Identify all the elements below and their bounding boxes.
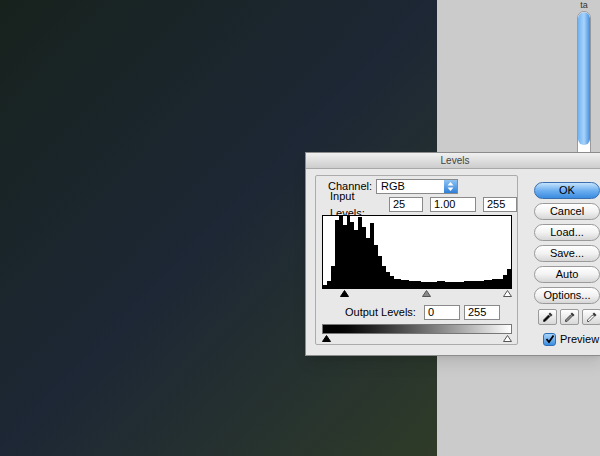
output-slider-track[interactable] — [322, 334, 512, 343]
dialog-button[interactable]: Options... — [534, 287, 600, 304]
slider-handle[interactable] — [503, 335, 512, 342]
output-levels-row: Output Levels: 0 255 — [322, 305, 517, 320]
levels-group: Channel: RGB Input Levels: 251.00255 Out… — [315, 175, 518, 345]
preview-label: Preview — [560, 331, 599, 348]
dialog-button[interactable]: Load... — [534, 224, 600, 241]
dialog-button[interactable]: Auto — [534, 266, 600, 283]
slider-handle[interactable] — [503, 290, 512, 297]
dialog-button[interactable]: Cancel — [534, 203, 600, 220]
slider-handle[interactable] — [422, 290, 431, 297]
channel-value: RGB — [377, 180, 405, 193]
slider-handle[interactable] — [340, 290, 349, 297]
buttons: OK Cancel Load... Save... Auto Options... — [534, 182, 600, 304]
input-level-field[interactable]: 255 — [483, 197, 517, 212]
channel-select[interactable]: RGB — [376, 179, 458, 194]
output-level-field[interactable]: 0 — [424, 305, 460, 320]
output-fields: 0 255 — [424, 305, 500, 320]
histogram-bar — [507, 269, 511, 288]
eyedropper-icon[interactable] — [538, 309, 557, 325]
output-levels-label: Output Levels: — [345, 304, 416, 321]
input-levels-row: Input Levels: 251.00255 — [322, 197, 517, 212]
dialog-title[interactable]: Levels — [306, 153, 600, 169]
input-level-field[interactable]: 1.00 — [430, 197, 476, 212]
input-slider-track[interactable] — [322, 289, 512, 298]
histogram — [322, 215, 512, 289]
output-level-field[interactable]: 255 — [464, 305, 500, 320]
screen: ta Levels Channel: RGB Input Levels: — [0, 0, 600, 456]
input-level-field[interactable]: 25 — [389, 197, 423, 212]
levels-dialog: Levels Channel: RGB Input Levels: 251.00… — [305, 152, 600, 356]
scrollbar-track[interactable] — [577, 11, 591, 161]
scrollbar-thumb[interactable] — [578, 12, 590, 145]
eyedropper-icon[interactable] — [560, 309, 579, 325]
input-fields: 25 1.00 255 — [389, 197, 517, 212]
stepper-icon[interactable] — [444, 180, 457, 193]
eyedroppers — [538, 309, 600, 325]
preview-row[interactable]: Preview — [543, 331, 600, 348]
preview-checkbox[interactable] — [543, 333, 556, 346]
dialog-button[interactable]: Save... — [534, 245, 600, 262]
button-column: OK Cancel Load... Save... Auto Options... Pre… — [534, 169, 600, 348]
panel-text: ta — [580, 0, 588, 11]
slider-handle[interactable] — [322, 335, 331, 342]
dialog-button[interactable]: OK — [534, 182, 600, 199]
eyedropper-icon[interactable] — [582, 309, 600, 325]
output-gradient — [322, 324, 512, 334]
